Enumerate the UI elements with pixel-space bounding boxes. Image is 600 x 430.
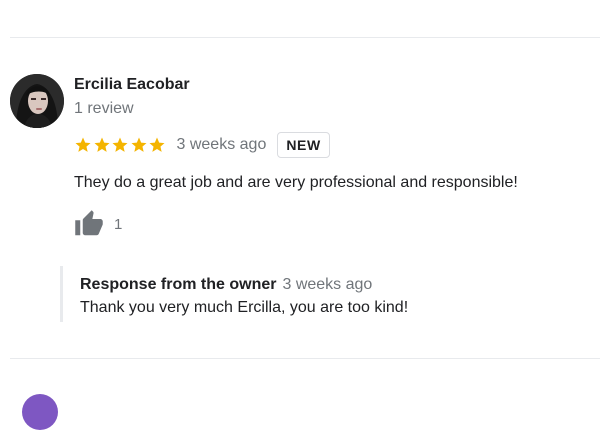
rating-row: 3 weeks ago NEW [74,131,330,159]
review-time: 3 weeks ago [176,136,267,153]
like-count: 1 [114,215,123,233]
bottom-divider [10,358,600,359]
owner-response-header: Response from the owner 3 weeks ago [80,275,500,295]
owner-response-text: Thank you very much Ercilla, you are too… [80,299,409,316]
thumbs-up-icon [75,210,103,236]
new-badge: NEW [277,132,330,158]
like-button[interactable]: 1 [74,209,122,239]
reviewer-name[interactable]: Ercilia Eacobar [74,76,190,94]
star-icon [149,137,165,152]
top-divider [10,37,600,38]
reviewer-avatar[interactable] [10,74,64,128]
star-icon [131,137,146,152]
reviewer-review-count: 1 review [74,100,134,117]
review-text: They do a great job and are very profess… [74,174,518,191]
owner-response-time: 3 weeks ago [282,276,373,293]
star-rating [74,136,167,154]
next-reviewer-avatar[interactable] [22,394,58,430]
owner-response-title: Response from the owner [80,276,277,293]
reviewer-photo [10,74,64,128]
star-icon [112,137,128,152]
owner-response: Response from the owner 3 weeks ago Thank… [60,266,500,322]
star-icon [94,137,109,152]
star-icon [75,137,91,152]
